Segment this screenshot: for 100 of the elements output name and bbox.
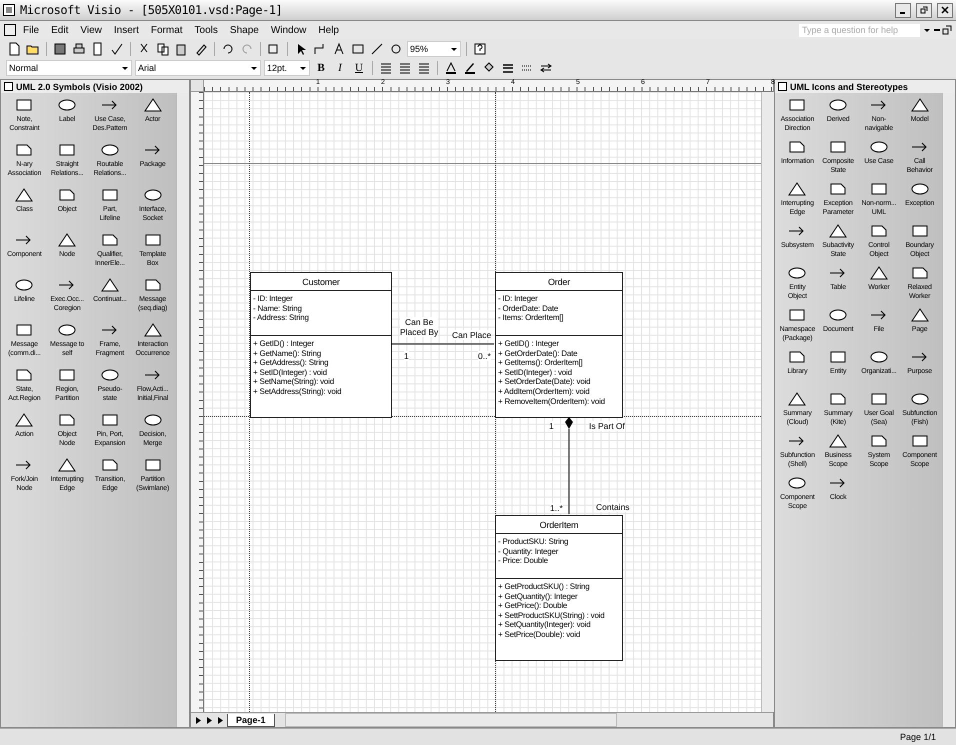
connector-label: Is Part Of [589,421,625,431]
copy-button[interactable] [155,40,171,56]
class-operation: + GetProductSKU() : String [498,582,590,592]
class-operation: + GetName(): String [253,348,322,358]
stencil-shape-icon [908,97,931,113]
align-lines-icon [379,60,393,74]
class-operation: + SetOrderDate(Date): void [498,377,590,387]
stencil-shape-icon [908,181,931,197]
class-operation: + SetQuantity(Integer): void [498,620,590,630]
undo-icon [221,42,235,56]
style-field[interactable]: Normal [6,60,132,76]
stencil-shape-icon [827,307,850,323]
stencil-shape-icon [827,223,850,239]
stencil-shape-icon [142,187,164,203]
redo-icon [240,42,254,56]
stencil-shape-icon [98,277,121,293]
line-button[interactable] [369,40,385,56]
stencil-shape-icon [908,391,931,407]
page-indicator: Page 1/1 [900,732,936,742]
class-operation: + GetPrice(): Double [498,601,568,611]
pen-icon [463,60,477,74]
menu-item[interactable]: File [18,24,44,36]
text-style-button[interactable]: I [332,60,348,76]
help-button[interactable] [472,40,488,56]
menu-item[interactable]: Insert [108,24,144,36]
class-operation: + GetOrderDate(): Date [498,348,578,358]
align-lines-icon [417,60,431,74]
rectangle-icon [351,42,365,56]
class-attribute: - Name: String [253,304,302,314]
stencil-shape-icon [13,187,36,203]
class-operation: + SetAddress(String): void [253,386,342,397]
stencil-shape-icon [908,307,931,323]
help-search-field[interactable]: Type a question for help [799,24,920,36]
connector-label: Can Be Placed By [400,317,438,337]
class-attribute: - ProductSKU: String [498,537,568,547]
stencil-title: UML Icons and Stereotypes [790,82,908,92]
connector-label: 1 [404,351,409,361]
connector-label: Can Place [452,330,492,340]
menu-item[interactable]: Shape [224,24,264,36]
font-color-icon [444,60,458,74]
class-attribute: - Quantity: Integer [498,546,558,556]
text-style-button[interactable]: U [351,60,367,76]
class-name: Customer [302,276,340,286]
menu-item[interactable]: Format [146,24,188,36]
app-icon [3,4,15,16]
print-button[interactable] [71,40,87,56]
class-operation: + SetID(Integer) : void [498,368,572,378]
stencil-shape-icon [98,142,121,158]
class-operation: + GetID() : Integer [253,339,314,349]
stencil-shape-icon [868,265,890,281]
new-document-icon [7,42,21,56]
arrows-icon [539,60,553,74]
class-operation: + SettProductSKU(String) : void [498,610,605,620]
align-lines-icon [398,60,412,74]
font-color-button[interactable] [443,60,459,76]
scroll-bar[interactable] [176,93,189,727]
document-icon [4,24,16,36]
minimize-button[interactable] [895,2,911,18]
text-tool-icon [332,42,346,56]
scroll-bar[interactable] [284,713,617,727]
class-operation: + SetID(Integer) : void [253,368,327,378]
font-field[interactable]: Arial [135,60,261,76]
class-attribute: - ID: Integer [498,294,538,304]
class-operation: + SetName(String): void [253,377,334,387]
connector-label: 1..* [550,503,563,513]
menu-item[interactable]: Tools [190,24,223,36]
class-operation: + GetAddress(): String [253,358,328,368]
class-name: Order [548,276,570,286]
connector-label: 1 [549,421,554,431]
zoom-field[interactable]: 95% [407,40,461,56]
scroll-bar[interactable] [942,93,955,727]
stencil-shape-icon [786,265,808,281]
stencil-shape-icon [56,97,78,113]
stencil-shape-icon [13,412,36,428]
stencil-shape-icon [142,97,164,113]
menu-item[interactable]: Window [266,24,312,36]
menu-item[interactable]: View [75,24,107,36]
stencil-shape-icon [786,391,808,407]
help-icon [473,42,487,56]
connector-label: Contains [596,502,630,512]
text-style-button[interactable]: B [313,60,329,76]
class-operation: + GetID() : Integer [498,339,559,349]
close-button[interactable] [937,2,953,18]
menu-item[interactable]: Help [313,24,344,36]
class-name: OrderItem [540,520,578,530]
copy-icon [156,42,170,56]
stencil-shape-icon [868,349,890,365]
stencil-shape-icon [786,475,808,491]
scroll-bar[interactable] [761,92,774,712]
menu-item[interactable]: Edit [46,24,74,36]
restore-button[interactable] [916,2,932,18]
restore-icon [942,25,952,35]
page-tab[interactable]: Page-1 [227,714,275,726]
class-attribute: - ID: Integer [253,294,293,304]
class-attribute: - Address: String [253,313,309,323]
class-attribute: - Price: Double [498,556,548,566]
font-size-field[interactable]: 12pt. [264,60,310,76]
class-operation: + GetQuantity(): Integer [498,592,578,602]
stencil-shape-icon [868,139,890,155]
line-icon [370,42,384,56]
